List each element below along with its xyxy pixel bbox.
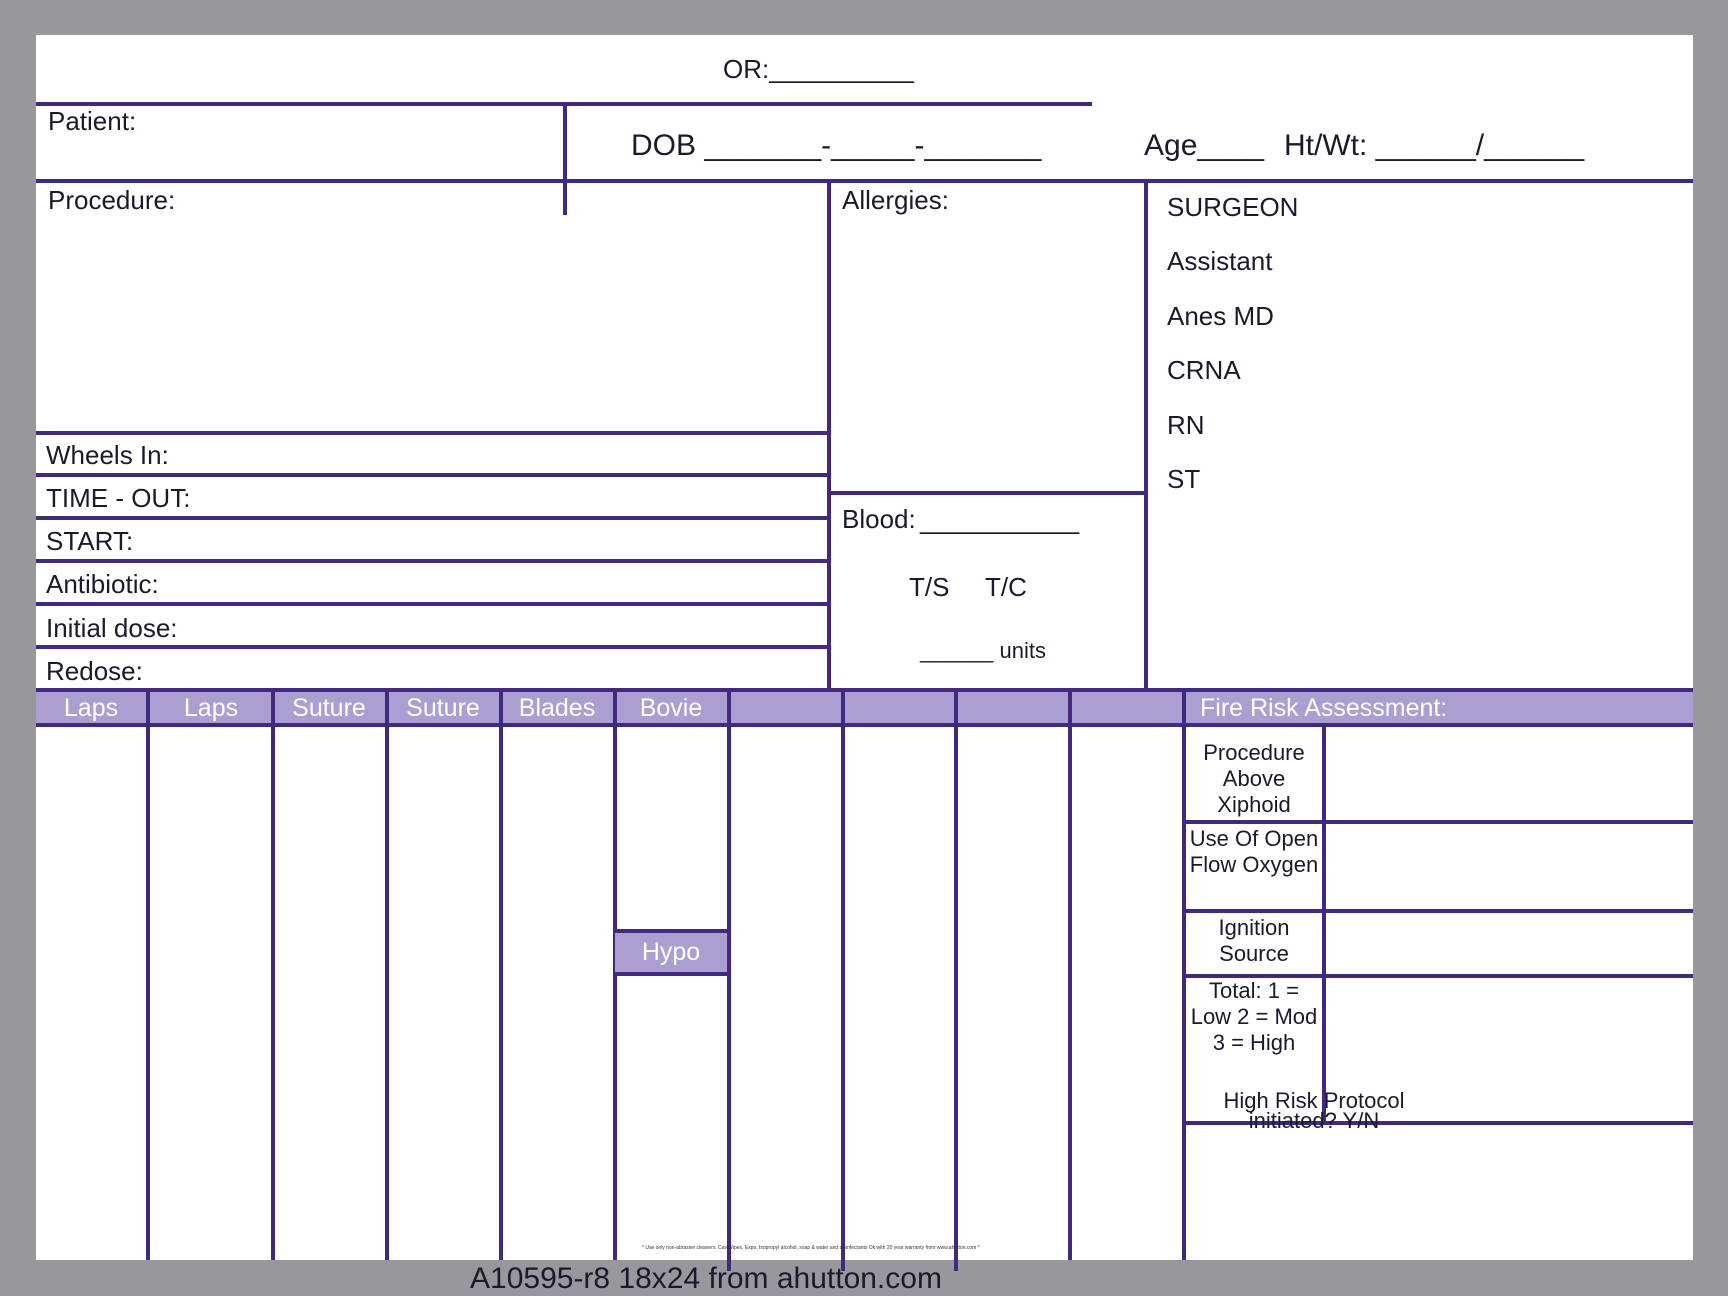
fire-risk-divider (1322, 723, 1326, 1124)
footer-caption: A10595-r8 18x24 from ahutton.com (470, 1262, 942, 1295)
left-col-divider (827, 179, 831, 725)
high-risk-protocol: High Risk Protocol initiated? Y/N (1223, 1088, 1405, 1133)
initial-dose-label: Initial dose: (46, 613, 178, 643)
row-line (36, 645, 827, 649)
fire-row-xiphoid: Procedure Above Xiphoid (1203, 740, 1305, 817)
staff-crna: CRNA (1167, 355, 1241, 385)
fire-row-line (1182, 909, 1693, 913)
procedure-label: Procedure: (48, 185, 176, 215)
row-line (36, 559, 827, 563)
fire-row-total: Total: 1 = Low 2 = Mod 3 = High (1190, 978, 1318, 1055)
col-header-bovie: Bovie (639, 694, 703, 722)
blood-label: Blood: (842, 504, 916, 534)
row-line (36, 473, 827, 477)
col-divider (385, 688, 389, 1260)
patient-label: Patient: (48, 106, 137, 136)
blood-line: ___________ (920, 505, 1080, 535)
col-header-laps-1: Laps (63, 694, 119, 722)
col-header-suture-1: Suture (292, 694, 366, 722)
col-divider (499, 688, 503, 1260)
row-line (36, 602, 827, 606)
count-header-top (36, 688, 1693, 692)
redose-label: Redose: (46, 656, 143, 686)
col-divider (146, 688, 150, 1260)
start-label: START: (46, 526, 134, 556)
or-field: OR:__________ (723, 54, 914, 84)
col-divider (841, 688, 845, 1271)
dob-field: DOB _______-_____-_______ (631, 129, 1042, 162)
header-bottom-line (36, 179, 1693, 183)
units-field: ______ units (920, 638, 1046, 663)
fire-risk-title: Fire Risk Assessment: (1200, 694, 1448, 722)
ts-option: T/S (909, 572, 950, 602)
col-divider (1068, 688, 1072, 1260)
col-header-suture-2: Suture (406, 694, 480, 722)
whiteboard: OR:__________ Patient: DOB _______-_____… (36, 35, 1693, 1271)
col-divider (727, 688, 731, 1271)
tc-option: T/C (985, 572, 1027, 602)
hypo-bottom-line (615, 972, 729, 976)
row-line (36, 516, 827, 520)
staff-surgeon: SURGEON (1167, 192, 1299, 222)
fire-row-oxygen: Use Of Open Flow Oxygen (1189, 826, 1319, 877)
col-header-blades: Blades (518, 694, 596, 722)
allergies-bottom-line (827, 491, 1144, 495)
col-divider (271, 688, 275, 1260)
count-header-bottom (36, 723, 1693, 727)
middle-col-divider (1144, 179, 1148, 725)
fire-row-line (1182, 820, 1693, 824)
staff-assistant: Assistant (1167, 246, 1273, 276)
time-out-label: TIME - OUT: (46, 483, 191, 513)
allergies-label: Allergies: (842, 185, 949, 215)
fire-row-ignition: Ignition Source (1218, 915, 1290, 966)
staff-anes-md: Anes MD (1167, 301, 1274, 331)
antibiotic-label: Antibiotic: (46, 569, 159, 599)
hypo-label: Hypo (641, 938, 701, 966)
procedure-bottom-line (36, 431, 827, 435)
staff-st: ST (1167, 464, 1201, 494)
age-field: Age____ (1144, 129, 1265, 162)
hypo-top-line (615, 929, 729, 933)
patient-divider (563, 102, 567, 215)
htwt-field: Ht/Wt: ______/______ (1284, 129, 1585, 162)
col-header-laps-2: Laps (183, 694, 239, 722)
col-divider (954, 688, 958, 1271)
fine-print: * Use only non-abrasive cleaners. CaviWi… (642, 1245, 980, 1251)
staff-rn: RN (1167, 410, 1205, 440)
wheels-in-label: Wheels In: (46, 440, 169, 470)
